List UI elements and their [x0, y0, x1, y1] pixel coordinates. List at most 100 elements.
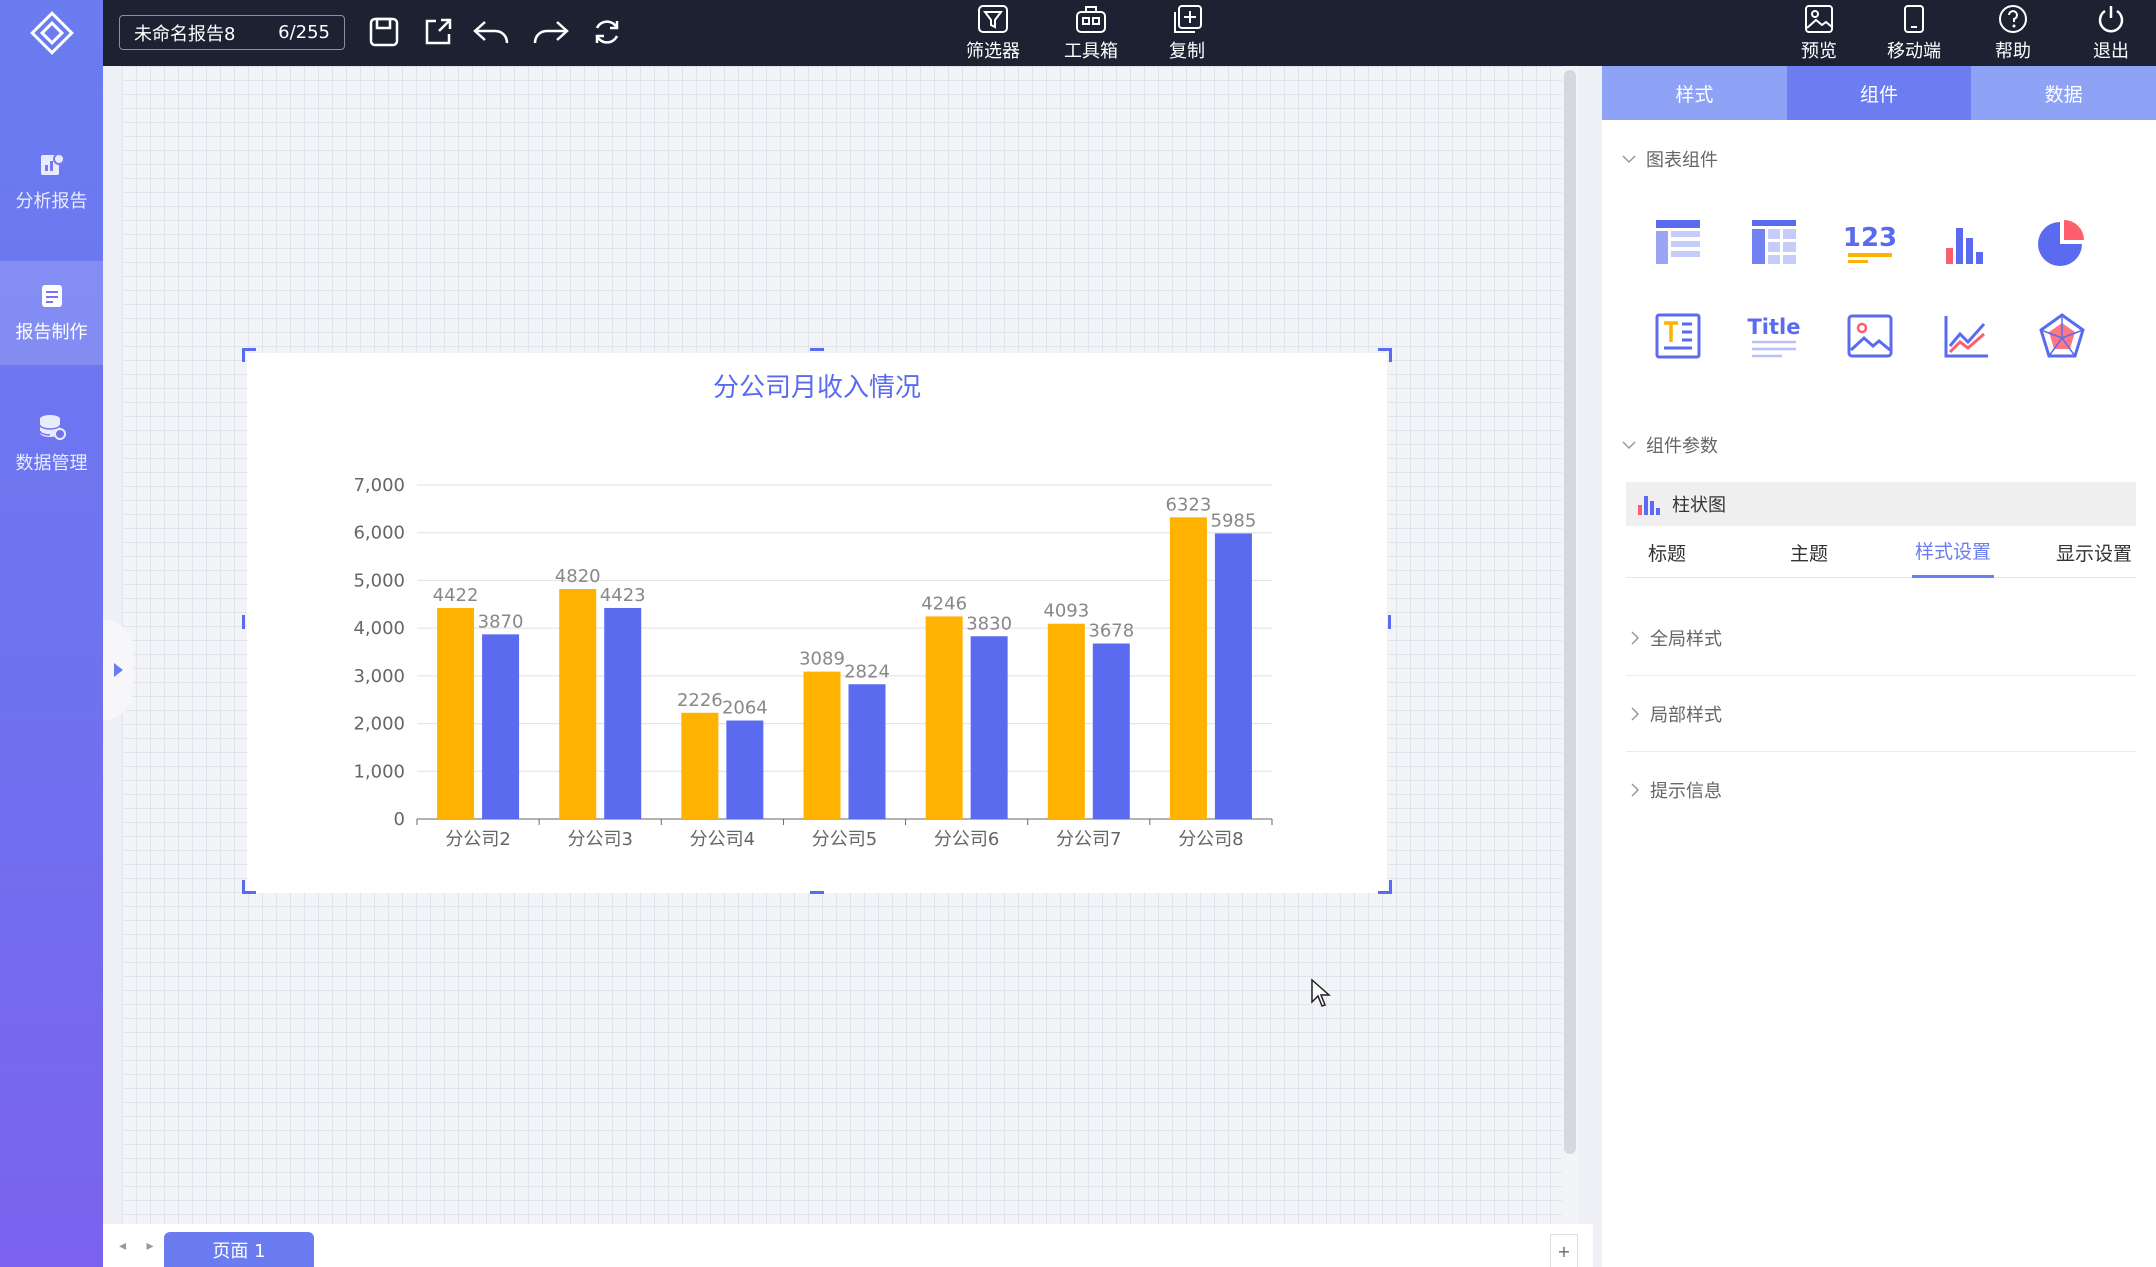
data-label: 4423	[600, 585, 646, 606]
bar	[1047, 623, 1085, 819]
page-nav-arrows[interactable]: ◂ ▸	[119, 1238, 162, 1254]
report-name: 未命名报告8	[134, 23, 236, 45]
x-tick-label: 分公司4	[690, 829, 755, 850]
panel-tabs: 样式 组件 数据	[1602, 66, 2156, 120]
scrollbar-thumb[interactable]	[1564, 70, 1576, 1154]
preview-button[interactable]: 预览	[1791, 0, 1847, 66]
nav-item-label: 报告制作	[15, 322, 88, 343]
tab-style[interactable]: 样式	[1602, 66, 1787, 120]
x-tick-label: 分公司3	[567, 829, 632, 850]
data-label: 4246	[921, 593, 967, 614]
refresh-button[interactable]	[587, 14, 627, 50]
report-analysis-icon	[40, 153, 65, 175]
redo-button[interactable]	[531, 14, 571, 50]
component-bar-chart[interactable]	[1936, 212, 1996, 272]
tab-data[interactable]: 数据	[1971, 66, 2156, 120]
title-component-text: Title	[1747, 315, 1800, 339]
help-button-label: 帮助	[1995, 40, 2031, 62]
collapse-local-style[interactable]: 局部样式	[1626, 676, 2136, 752]
nav-item-report-edit[interactable]: 报告制作	[0, 261, 103, 365]
bar-chart-widget[interactable]: 分公司月收入情况 0 1,000 2,000 3,000 4,000 5,000 6,000…	[247, 353, 1387, 893]
number-card-text: 123	[1843, 223, 1897, 253]
bar	[726, 720, 764, 819]
save-icon	[369, 17, 399, 47]
subtab-style-settings[interactable]: 样式设置	[1912, 526, 1994, 578]
save-button[interactable]	[364, 14, 404, 50]
resize-handle-bottom-left[interactable]	[242, 880, 256, 894]
mobile-button[interactable]: 移动端	[1882, 0, 1946, 66]
bar-chart-icon	[1946, 228, 1983, 264]
top-toolbar: 未命名报告8 6/255 筛选器 工具箱 复制 预览 移动端 帮助 退出	[103, 0, 2156, 66]
resize-handle-top-left[interactable]	[242, 348, 256, 362]
nav-item-data-management[interactable]: 数据管理	[0, 392, 103, 496]
subtab-title[interactable]: 标题	[1648, 526, 1686, 578]
app-logo[interactable]	[0, 0, 103, 66]
section-chart-components[interactable]: 图表组件	[1622, 146, 1718, 172]
data-label: 3830	[966, 613, 1012, 634]
bar	[482, 634, 520, 819]
section-label: 图表组件	[1646, 150, 1718, 171]
data-label: 6323	[1166, 494, 1212, 515]
resize-handle-right[interactable]	[1388, 615, 1391, 629]
toolbox-icon	[1076, 5, 1106, 33]
x-tick-label: 分公司2	[445, 829, 510, 850]
resize-handle-bottom-right[interactable]	[1378, 880, 1392, 894]
collapse-tooltip-info[interactable]: 提示信息	[1626, 752, 2136, 828]
component-radar-chart[interactable]	[2032, 306, 2092, 366]
page-tab[interactable]: 页面 1	[164, 1232, 314, 1267]
collapse-label: 局部样式	[1650, 704, 1722, 726]
refresh-icon	[595, 20, 619, 44]
tab-component[interactable]: 组件	[1786, 66, 1972, 120]
component-table[interactable]	[1648, 212, 1708, 272]
export-button[interactable]	[418, 14, 458, 50]
component-text-box[interactable]	[1648, 306, 1708, 366]
collapse-global-style[interactable]: 全局样式	[1626, 600, 2136, 676]
export-icon	[425, 18, 452, 45]
component-number-card[interactable]: 123	[1840, 212, 1900, 272]
resize-handle-top-right[interactable]	[1378, 348, 1392, 362]
data-label: 3678	[1088, 621, 1134, 642]
canvas-scrollbar[interactable]	[1562, 66, 1578, 1224]
image-icon	[1847, 314, 1893, 358]
y-tick-label: 4,000	[353, 618, 405, 639]
chevron-right-icon	[1631, 630, 1640, 645]
subtab-display-settings[interactable]: 显示设置	[2056, 526, 2132, 578]
exit-button[interactable]: 退出	[2087, 0, 2135, 66]
component-title[interactable]: Title	[1744, 306, 1804, 366]
bar	[559, 589, 597, 819]
toolbox-button[interactable]: 工具箱	[1059, 0, 1123, 66]
toolbox-button-label: 工具箱	[1064, 40, 1118, 62]
radar-chart-icon	[2039, 313, 2085, 358]
help-button[interactable]: 帮助	[1989, 0, 2037, 66]
undo-button[interactable]	[471, 14, 511, 50]
bar-chart: 0 1,000 2,000 3,000 4,000 5,000 6,000 7,000 4422…	[353, 475, 1273, 850]
sidebar-expand-handle[interactable]	[103, 620, 133, 720]
resize-handle-bottom[interactable]	[810, 891, 824, 894]
component-line-chart[interactable]	[1936, 306, 1996, 366]
report-edit-icon	[41, 285, 62, 307]
chevron-right-icon	[1631, 783, 1640, 797]
x-tick-label: 分公司6	[934, 829, 999, 850]
data-label: 4422	[433, 585, 479, 606]
section-component-params[interactable]: 组件参数	[1622, 432, 1718, 458]
selected-component-name: 柱状图	[1672, 495, 1726, 516]
component-crosstab[interactable]	[1744, 212, 1804, 272]
crosstab-icon	[1752, 220, 1796, 264]
nav-item-analysis-report[interactable]: 分析报告	[0, 130, 103, 234]
add-page-button[interactable]: +	[1550, 1234, 1578, 1267]
component-pie-chart[interactable]	[2032, 212, 2092, 272]
data-label: 2824	[844, 661, 890, 682]
table-icon	[1656, 220, 1700, 264]
preview-image-icon	[1805, 4, 1833, 33]
y-tick-label: 7,000	[353, 475, 405, 496]
resize-handle-top[interactable]	[810, 348, 824, 351]
x-tick-label: 分公司5	[812, 829, 877, 850]
collapse-label: 提示信息	[1650, 781, 1722, 802]
filter-button[interactable]: 筛选器	[961, 0, 1025, 66]
report-name-field[interactable]: 未命名报告8 6/255	[119, 15, 345, 50]
resize-handle-left[interactable]	[242, 615, 245, 629]
subtab-theme[interactable]: 主题	[1790, 526, 1828, 578]
component-image[interactable]	[1840, 306, 1900, 366]
undo-icon	[473, 21, 509, 44]
copy-button[interactable]: 复制	[1159, 0, 1215, 66]
